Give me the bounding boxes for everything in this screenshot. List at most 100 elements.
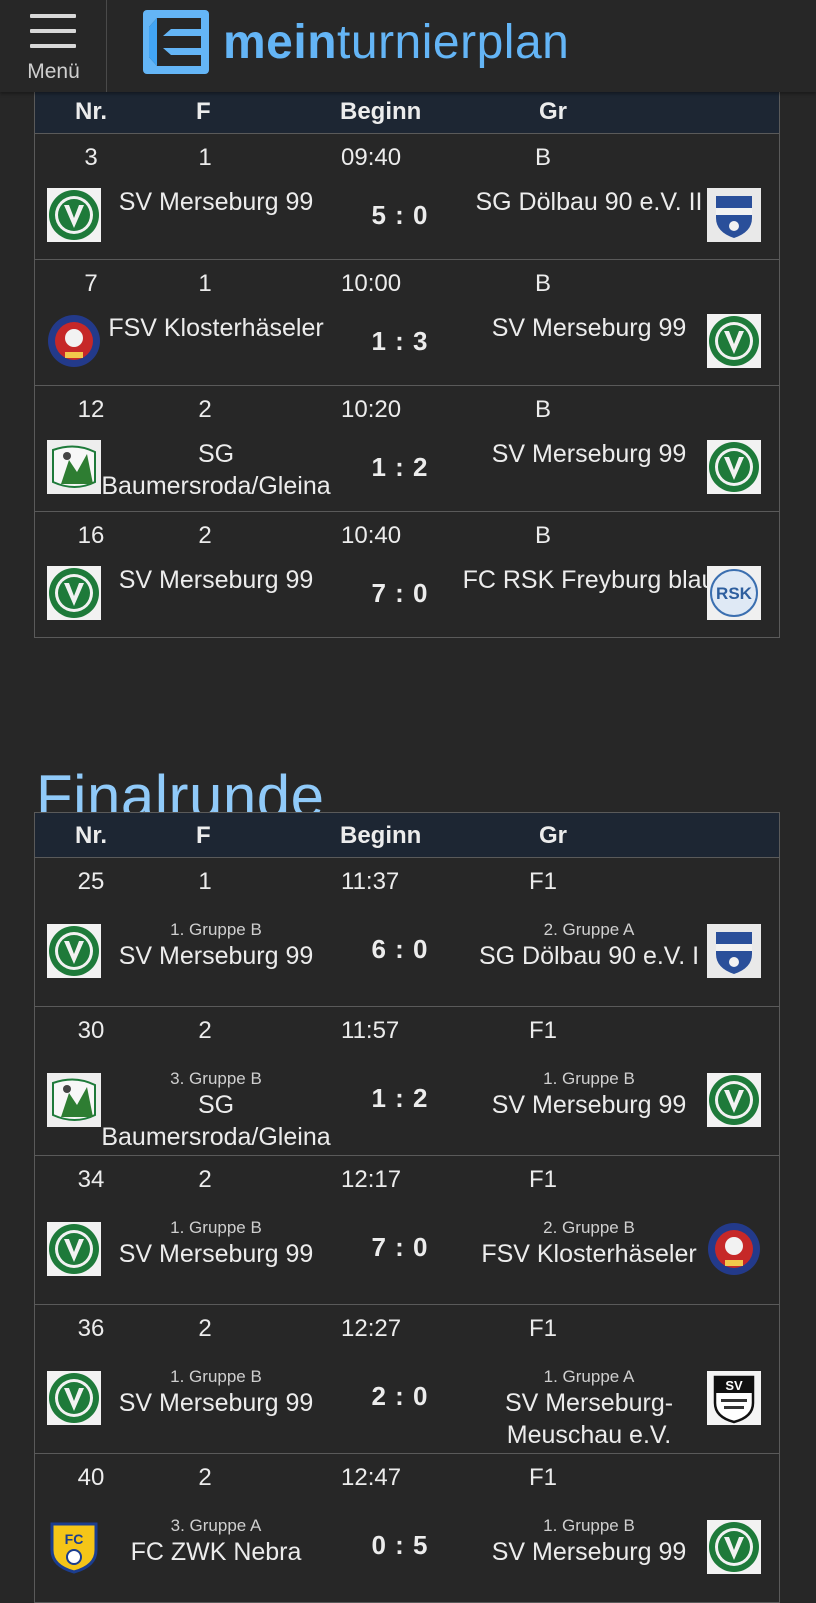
match-score: 7 : 0 — [371, 1232, 429, 1262]
away-team-name: SG Dölbau 90 e.V. II — [475, 188, 703, 216]
home-team[interactable]: 1. Gruppe B SV Merseburg 99 — [81, 1367, 351, 1419]
sv-merseburg-99-logo-icon — [47, 924, 101, 978]
match-start-time: 12:27 — [341, 1315, 402, 1342]
home-team-seed: 1. Gruppe B — [170, 1218, 262, 1237]
sg-baumersroda-logo-icon — [47, 440, 101, 494]
match-start-time: 10:20 — [341, 396, 402, 423]
home-team-name: SV Merseburg 99 — [118, 188, 314, 216]
sv-merseburg-99-logo-icon — [47, 1222, 101, 1276]
home-team-seed: 1. Gruppe B — [170, 920, 262, 939]
match-start-time: 11:37 — [341, 868, 400, 895]
svg-text:RSK: RSK — [716, 584, 753, 603]
home-team-seed: 3. Gruppe A — [170, 1516, 262, 1535]
away-team-seed: 1. Gruppe B — [543, 1069, 635, 1088]
match-score: 6 : 0 — [371, 934, 429, 964]
table-header: Nr. F Beginn Gr — [35, 813, 779, 858]
sv-merseburg-99-logo-icon — [47, 188, 101, 242]
final-round-table: Nr. F Beginn Gr 25 1 11:37 F1 1. Gruppe B SV … — [34, 812, 780, 1603]
col-gr: Gr — [539, 98, 568, 125]
away-team[interactable]: 1. Gruppe A SV Merseburg-Meuschau e.V. — [454, 1367, 724, 1451]
fsv-klosterhaeseler-logo-icon — [47, 314, 101, 368]
match-row[interactable]: 7 1 10:00 B FSV Klosterhäseler 1 : 3 SV Merseb… — [35, 260, 779, 386]
away-team[interactable]: SV Merseburg 99 — [454, 438, 724, 470]
home-team-name: SG Baumersroda/Gleina — [101, 440, 331, 500]
away-team[interactable]: 1. Gruppe B SV Merseburg 99 — [454, 1069, 724, 1121]
col-gr: Gr — [539, 822, 568, 849]
away-team[interactable]: 2. Gruppe B FSV Klosterhäseler — [454, 1218, 724, 1270]
match-row[interactable]: 3 1 09:40 B SV Merseburg 99 5 : 0 SG Dölbau 90… — [35, 134, 779, 260]
away-team[interactable]: FC RSK Freyburg blau — [454, 564, 724, 596]
away-team[interactable]: SG Dölbau 90 e.V. II — [454, 186, 724, 218]
away-team-name: SV Merseburg 99 — [491, 1091, 687, 1119]
match-start-time: 11:57 — [341, 1017, 400, 1044]
sv-merseburg-meuschau-logo-icon: SV — [707, 1371, 761, 1425]
sv-merseburg-99-logo-icon — [707, 440, 761, 494]
col-nr: Nr. — [75, 822, 108, 849]
group-matches-table: Nr. F Beginn Gr 3 1 09:40 B SV Merseburg 99 5… — [34, 88, 780, 638]
match-start-time: 12:47 — [341, 1464, 402, 1491]
home-team[interactable]: SV Merseburg 99 — [81, 186, 351, 218]
sg-doelbau-logo-icon — [707, 188, 761, 242]
match-score: 1 : 2 — [371, 1083, 429, 1113]
away-team[interactable]: 2. Gruppe A SG Dölbau 90 e.V. I — [454, 920, 724, 972]
svg-text:SV: SV — [725, 1378, 743, 1393]
sv-merseburg-99-logo-icon — [707, 1520, 761, 1574]
away-team-name: SV Merseburg-Meuschau e.V. — [504, 1389, 674, 1449]
home-team-name: SG Baumersroda/Gleina — [101, 1091, 331, 1151]
home-team[interactable]: 3. Gruppe A FC ZWK Nebra — [81, 1516, 351, 1568]
home-team-name: SV Merseburg 99 — [118, 1389, 314, 1417]
home-team[interactable]: SG Baumersroda/Gleina — [81, 438, 351, 502]
match-row[interactable]: 12 2 10:20 B SG Baumersroda/Gleina 1 : 2 SV Me… — [35, 386, 779, 512]
col-beginn: Beginn — [340, 822, 422, 849]
away-team[interactable]: SV Merseburg 99 — [454, 312, 724, 344]
match-row[interactable]: 25 1 11:37 F1 1. Gruppe B SV Merseburg 99 6 : … — [35, 858, 779, 1007]
away-team-name: SV Merseburg 99 — [491, 1538, 687, 1566]
away-team-name: FSV Klosterhäseler — [481, 1240, 697, 1268]
top-bar: Menü meinturnierplan — [0, 0, 816, 92]
home-team-name: SV Merseburg 99 — [118, 1240, 314, 1268]
fsv-klosterhaeseler-logo-icon — [707, 1222, 761, 1276]
match-row[interactable]: 40 2 12:47 F1 3. Gruppe A FC ZWK Nebra 0 : 5 1.… — [35, 1454, 779, 1602]
col-beginn: Beginn — [340, 98, 422, 125]
match-row[interactable]: 36 2 12:27 F1 1. Gruppe B SV Merseburg 99 2 : … — [35, 1305, 779, 1454]
home-team[interactable]: 3. Gruppe B SG Baumersroda/Gleina — [81, 1069, 351, 1153]
menu-button[interactable]: Menü — [0, 0, 107, 92]
match-score: 1 : 3 — [371, 326, 429, 356]
away-team-name: SV Merseburg 99 — [491, 314, 687, 342]
table-header: Nr. F Beginn Gr — [35, 89, 779, 134]
match-start-time: 10:00 — [341, 270, 402, 297]
logo-text: meinturnierplan — [223, 15, 570, 69]
hamburger-icon — [30, 14, 76, 48]
sg-baumersroda-logo-icon — [47, 1073, 101, 1127]
match-start-time: 09:40 — [341, 144, 402, 171]
match-score: 2 : 0 — [371, 1381, 429, 1411]
home-team-name: FC ZWK Nebra — [130, 1538, 302, 1566]
match-row[interactable]: 16 2 10:40 B SV Merseburg 99 7 : 0 FC RSK Frey… — [35, 512, 779, 637]
match-score: 1 : 2 — [371, 452, 429, 482]
home-team-name: SV Merseburg 99 — [118, 566, 314, 594]
home-team[interactable]: FSV Klosterhäseler — [81, 312, 351, 344]
away-team[interactable]: 1. Gruppe B SV Merseburg 99 — [454, 1516, 724, 1568]
match-start-time: 10:40 — [341, 522, 402, 549]
home-team[interactable]: 1. Gruppe B SV Merseburg 99 — [81, 920, 351, 972]
away-team-name: SG Dölbau 90 e.V. I — [478, 942, 700, 970]
col-nr: Nr. — [75, 98, 108, 125]
match-row[interactable]: 34 2 12:17 F1 1. Gruppe B SV Merseburg 99 7 : … — [35, 1156, 779, 1305]
logo-mark-icon — [143, 10, 209, 74]
away-team-name: FC RSK Freyburg blau — [462, 566, 716, 594]
menu-label: Menü — [27, 60, 80, 83]
match-row[interactable]: 30 2 11:57 F1 3. Gruppe B SG Baumersroda/Glei… — [35, 1007, 779, 1156]
svg-text:FC: FC — [65, 1531, 84, 1547]
away-team-seed: 1. Gruppe A — [543, 1367, 635, 1386]
match-start-time: 12:17 — [341, 1166, 402, 1193]
home-team-name: FSV Klosterhäseler — [108, 314, 324, 342]
match-score: 5 : 0 — [371, 200, 429, 230]
home-team-seed: 3. Gruppe B — [170, 1069, 262, 1088]
site-logo[interactable]: meinturnierplan — [143, 10, 569, 74]
col-f: F — [196, 98, 211, 125]
match-score: 0 : 5 — [371, 1530, 429, 1560]
home-team[interactable]: 1. Gruppe B SV Merseburg 99 — [81, 1218, 351, 1270]
home-team[interactable]: SV Merseburg 99 — [81, 564, 351, 596]
sv-merseburg-99-logo-icon — [47, 1371, 101, 1425]
home-team-seed: 1. Gruppe B — [170, 1367, 262, 1386]
